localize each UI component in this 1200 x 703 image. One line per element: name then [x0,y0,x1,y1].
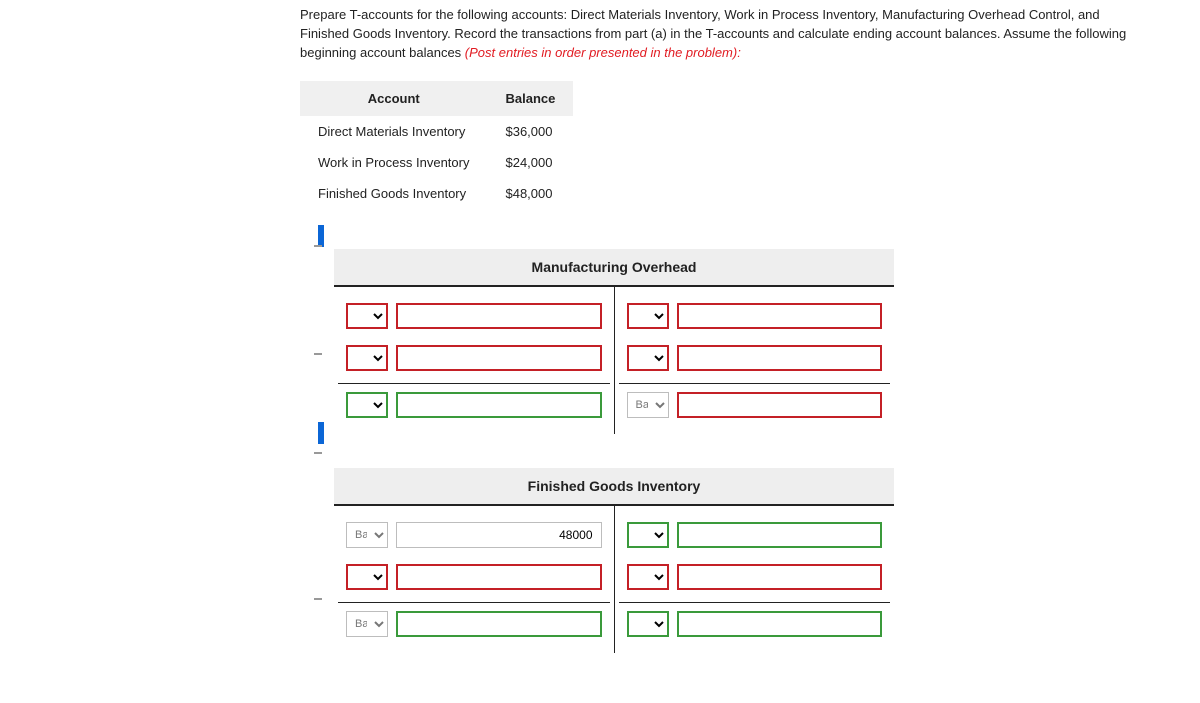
table-row: Direct Materials Inventory $36,000 [300,116,573,147]
amount-input[interactable] [677,392,883,418]
account-balance: $48,000 [487,178,573,209]
entry-dropdown[interactable] [346,564,388,590]
amount-input[interactable] [396,564,602,590]
t-account-finished-goods: Finished Goods Inventory Bal. Bal. [334,468,894,653]
table-row: Work in Process Inventory $24,000 [300,147,573,178]
amount-input[interactable] [396,611,602,637]
dash-icon [314,598,322,600]
amount-input[interactable] [677,303,883,329]
dash-icon [314,245,322,247]
dash-icon [314,353,322,355]
entry-dropdown[interactable] [627,522,669,548]
amount-input[interactable] [396,522,602,548]
col-account-header: Account [300,81,487,116]
t-account-title: Manufacturing Overhead [334,249,894,287]
entry-dropdown[interactable] [627,564,669,590]
amount-input[interactable] [396,303,602,329]
account-name: Work in Process Inventory [300,147,487,178]
table-row: Finished Goods Inventory $48,000 [300,178,573,209]
credit-column [615,506,895,653]
balance-dropdown[interactable]: Bal. [346,522,388,548]
entry-dropdown[interactable] [627,345,669,371]
amount-input[interactable] [677,345,883,371]
debit-column: Bal. Bal. [334,506,615,653]
account-balance: $36,000 [487,116,573,147]
account-name: Direct Materials Inventory [300,116,487,147]
amount-input[interactable] [677,611,883,637]
cursor-icon [318,225,328,251]
amount-input[interactable] [396,345,602,371]
debit-column [334,287,615,434]
amount-input[interactable] [677,564,883,590]
entry-dropdown[interactable] [627,611,669,637]
balance-dropdown[interactable]: Bal. [346,611,388,637]
account-balance: $24,000 [487,147,573,178]
balance-dropdown[interactable]: Bal. [627,392,669,418]
amount-input[interactable] [396,392,602,418]
entry-dropdown[interactable] [346,303,388,329]
t-account-manufacturing-overhead: Manufacturing Overhead [334,249,894,434]
entry-dropdown[interactable] [346,345,388,371]
col-balance-header: Balance [487,81,573,116]
dash-icon [314,452,322,454]
account-name: Finished Goods Inventory [300,178,487,209]
instructions-highlight: (Post entries in order presented in the … [465,45,741,60]
cursor-icon [318,422,328,448]
instructions: Prepare T-accounts for the following acc… [300,6,1130,63]
t-account-title: Finished Goods Inventory [334,468,894,506]
credit-column: Bal. [615,287,895,434]
entry-dropdown[interactable] [346,392,388,418]
beginning-balances-table: Account Balance Direct Materials Invento… [300,81,573,209]
amount-input[interactable] [677,522,883,548]
entry-dropdown[interactable] [627,303,669,329]
